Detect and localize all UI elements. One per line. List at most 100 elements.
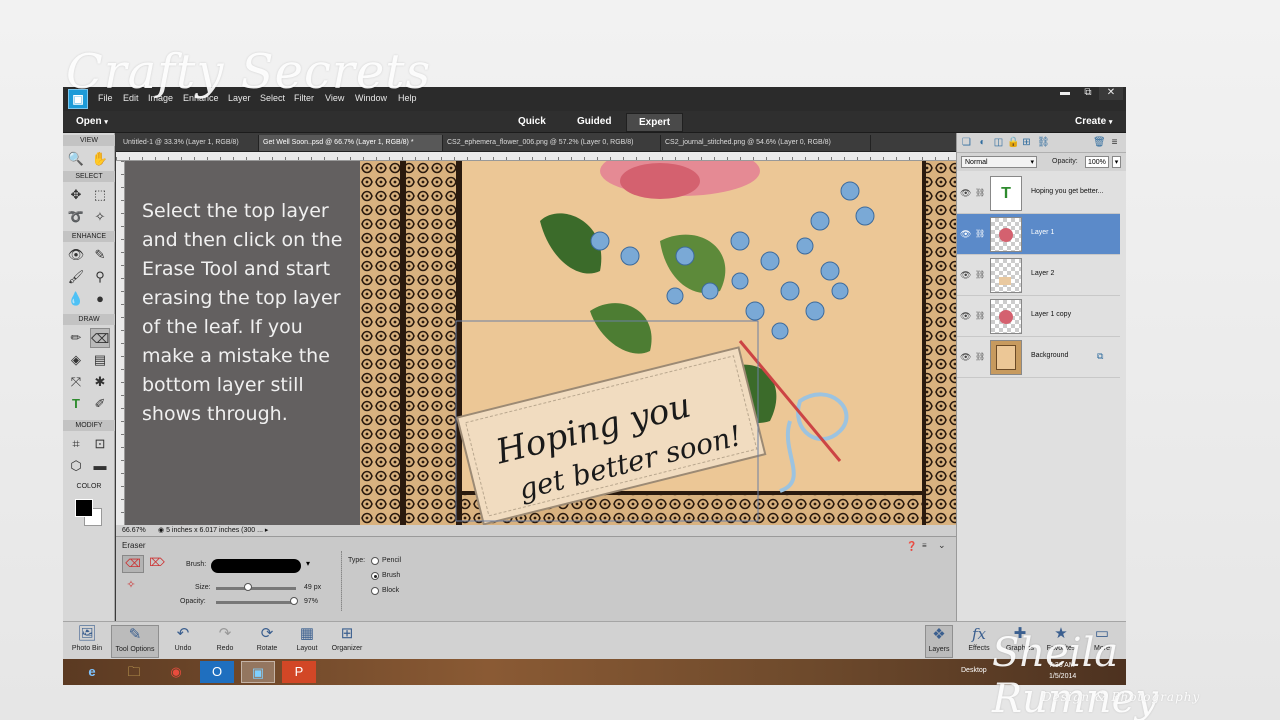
- type-pencil-radio[interactable]: [371, 557, 379, 565]
- layer-row-background[interactable]: 👁 ⛓ Background ⧉: [957, 337, 1120, 378]
- layer-link-icon[interactable]: ⛓: [975, 270, 985, 279]
- undo-button[interactable]: ↶ Undo: [168, 625, 198, 658]
- zoom-tool-icon[interactable]: 🔍: [66, 149, 86, 169]
- type-block-radio[interactable]: [371, 587, 379, 595]
- red-eye-tool-icon[interactable]: 👁: [66, 245, 86, 265]
- size-label: Size:: [195, 584, 211, 591]
- visibility-eye-icon[interactable]: 👁: [960, 188, 971, 199]
- photo-bin-button[interactable]: 🖼 Photo Bin: [68, 625, 106, 658]
- help-icon[interactable]: ❓: [906, 541, 917, 552]
- brush-dropdown-icon[interactable]: ▾: [306, 559, 310, 568]
- mode-guided-tab[interactable]: Guided: [565, 113, 623, 132]
- add-mask-icon[interactable]: ◫: [993, 137, 1004, 148]
- shape-tool-icon[interactable]: ✱: [90, 372, 110, 392]
- restore-button[interactable]: ⧉: [1076, 87, 1100, 100]
- opacity-slider[interactable]: [216, 601, 296, 604]
- visibility-eye-icon[interactable]: 👁: [960, 229, 971, 240]
- layer-row-text[interactable]: 👁 ⛓ T Hoping you get better...: [957, 173, 1120, 214]
- gradient-tool-icon[interactable]: ▤: [90, 350, 110, 370]
- canvas-area[interactable]: Select the top layer and then click on t…: [116, 152, 956, 525]
- layer-link-icon[interactable]: ⛓: [975, 188, 985, 197]
- desktop-toolbar-label[interactable]: Desktop: [961, 667, 987, 674]
- close-button[interactable]: ✕: [1099, 87, 1123, 100]
- opacity-slider-knob[interactable]: [289, 597, 298, 605]
- brush-preview[interactable]: [211, 559, 301, 573]
- internet-explorer-icon[interactable]: e: [75, 661, 109, 683]
- layout-button[interactable]: ▦ Layout: [291, 625, 323, 658]
- mode-quick-tab[interactable]: Quick: [506, 113, 558, 132]
- layers-menu-icon[interactable]: ≡: [1109, 137, 1120, 148]
- background-eraser-icon[interactable]: ⌦: [148, 555, 166, 573]
- size-slider-knob[interactable]: [244, 583, 252, 591]
- magic-eraser-icon[interactable]: ✧: [122, 577, 140, 595]
- lock-all-icon[interactable]: 🔒: [1007, 137, 1019, 148]
- eraser-mode-icon[interactable]: ⌫: [122, 555, 144, 573]
- visibility-eye-icon[interactable]: 👁: [960, 352, 971, 363]
- redo-button[interactable]: ↷ Redo: [210, 625, 240, 658]
- layer-row-layer-2[interactable]: 👁 ⛓ Layer 2: [957, 255, 1120, 296]
- layer-link-icon[interactable]: ⛓: [975, 229, 985, 238]
- smart-brush-tool-icon[interactable]: 🖌: [66, 267, 86, 287]
- layer-opacity-dropdown-icon[interactable]: ▾: [1112, 156, 1121, 168]
- doc-tab-ephemera-flower[interactable]: CS2_ephemera_flower_006.png @ 57.2% (Lay…: [443, 135, 661, 151]
- type-brush-radio[interactable]: [371, 572, 379, 580]
- clone-stamp-tool-icon[interactable]: ⚲: [90, 267, 110, 287]
- mode-expert-tab[interactable]: Expert: [626, 113, 684, 132]
- tool-options-button[interactable]: ✎ Tool Options: [111, 625, 159, 658]
- magic-wand-tool-icon[interactable]: ✧: [90, 207, 110, 227]
- outlook-icon[interactable]: O: [200, 661, 234, 683]
- straighten-tool-icon[interactable]: ▬: [90, 456, 110, 476]
- background-lock-icon[interactable]: ⧉: [1097, 351, 1103, 362]
- type-tool-icon[interactable]: T: [66, 394, 86, 414]
- size-slider[interactable]: [216, 587, 296, 590]
- artwork-image[interactable]: Hoping you get better soon!: [360, 161, 956, 525]
- organizer-button[interactable]: ⊞ Organizer: [329, 625, 365, 658]
- pencil-tool-icon[interactable]: ✐: [90, 394, 110, 414]
- move-tool-icon[interactable]: ✥: [66, 185, 86, 205]
- link-layers-icon[interactable]: ⛓: [1037, 137, 1050, 148]
- hand-tool-icon[interactable]: ✋: [90, 149, 110, 169]
- panel-menu-icon[interactable]: ≡: [922, 541, 927, 550]
- healing-brush-tool-icon[interactable]: ✎: [90, 245, 110, 265]
- open-button[interactable]: Open ▾: [76, 116, 108, 127]
- sponge-tool-icon[interactable]: ●: [90, 289, 110, 309]
- layer-row-layer-1-copy[interactable]: 👁 ⛓ Layer 1 copy: [957, 296, 1120, 337]
- delete-layer-icon[interactable]: 🗑: [1093, 137, 1106, 148]
- doc-tab-untitled-1[interactable]: Untitled-1 @ 33.3% (Layer 1, RGB/8): [119, 135, 259, 151]
- layer-opacity-input[interactable]: 100%: [1085, 156, 1109, 168]
- recompose-tool-icon[interactable]: ⊡: [90, 434, 110, 454]
- effects-panel-button[interactable]: fx Effects: [965, 625, 993, 658]
- lasso-tool-icon[interactable]: ➰: [66, 207, 86, 227]
- doc-tab-get-well-soon[interactable]: Get Well Soon..psd @ 66.7% (Layer 1, RGB…: [259, 135, 443, 151]
- rotate-button[interactable]: ⟳ Rotate: [250, 625, 284, 658]
- crop-tool-icon[interactable]: ⌗: [66, 434, 86, 454]
- collapse-chevron-icon[interactable]: ⌄: [938, 540, 946, 551]
- brush-tool-icon[interactable]: ✏: [66, 328, 86, 348]
- powerpoint-icon[interactable]: P: [282, 661, 316, 683]
- lock-transparent-icon[interactable]: ⊞: [1021, 137, 1032, 148]
- content-aware-move-tool-icon[interactable]: ⬡: [66, 456, 86, 476]
- minimize-button[interactable]: ▬: [1053, 87, 1077, 100]
- eyedropper-tool-icon[interactable]: ⤧: [66, 372, 86, 392]
- visibility-eye-icon[interactable]: 👁: [960, 270, 971, 281]
- paint-bucket-tool-icon[interactable]: ◈: [66, 350, 86, 370]
- layers-toolbar: ❏ ◐ ◫ 🔒 ⊞ ⛓ 🗑 ≡: [957, 133, 1126, 153]
- photoshop-elements-task-icon[interactable]: ▣: [241, 661, 275, 683]
- new-adjustment-layer-icon[interactable]: ◐: [977, 137, 988, 148]
- new-layer-icon[interactable]: ❏: [961, 137, 972, 148]
- eraser-tool-icon[interactable]: ⌫: [90, 328, 110, 348]
- layer-link-icon[interactable]: ⛓: [975, 311, 985, 320]
- foreground-color-swatch[interactable]: [75, 499, 93, 517]
- layers-panel-button[interactable]: ❖ Layers: [925, 625, 953, 658]
- marquee-tool-icon[interactable]: ⬚: [90, 185, 110, 205]
- file-explorer-icon[interactable]: 🗀: [117, 661, 151, 683]
- blend-mode-select[interactable]: Normal ▾: [961, 156, 1037, 168]
- layer-row-layer-1[interactable]: 👁 ⛓ Layer 1: [957, 214, 1120, 255]
- doc-tab-journal-stitched[interactable]: CS2_journal_stitched.png @ 54.6% (Layer …: [661, 135, 871, 151]
- chrome-icon[interactable]: ◉: [159, 661, 193, 683]
- visibility-eye-icon[interactable]: 👁: [960, 311, 971, 322]
- create-button[interactable]: Create ▾: [1075, 116, 1112, 127]
- layer-link-icon[interactable]: ⛓: [975, 352, 985, 361]
- blur-tool-icon[interactable]: 💧: [66, 289, 86, 309]
- zoom-readout[interactable]: 66.67%: [122, 525, 146, 536]
